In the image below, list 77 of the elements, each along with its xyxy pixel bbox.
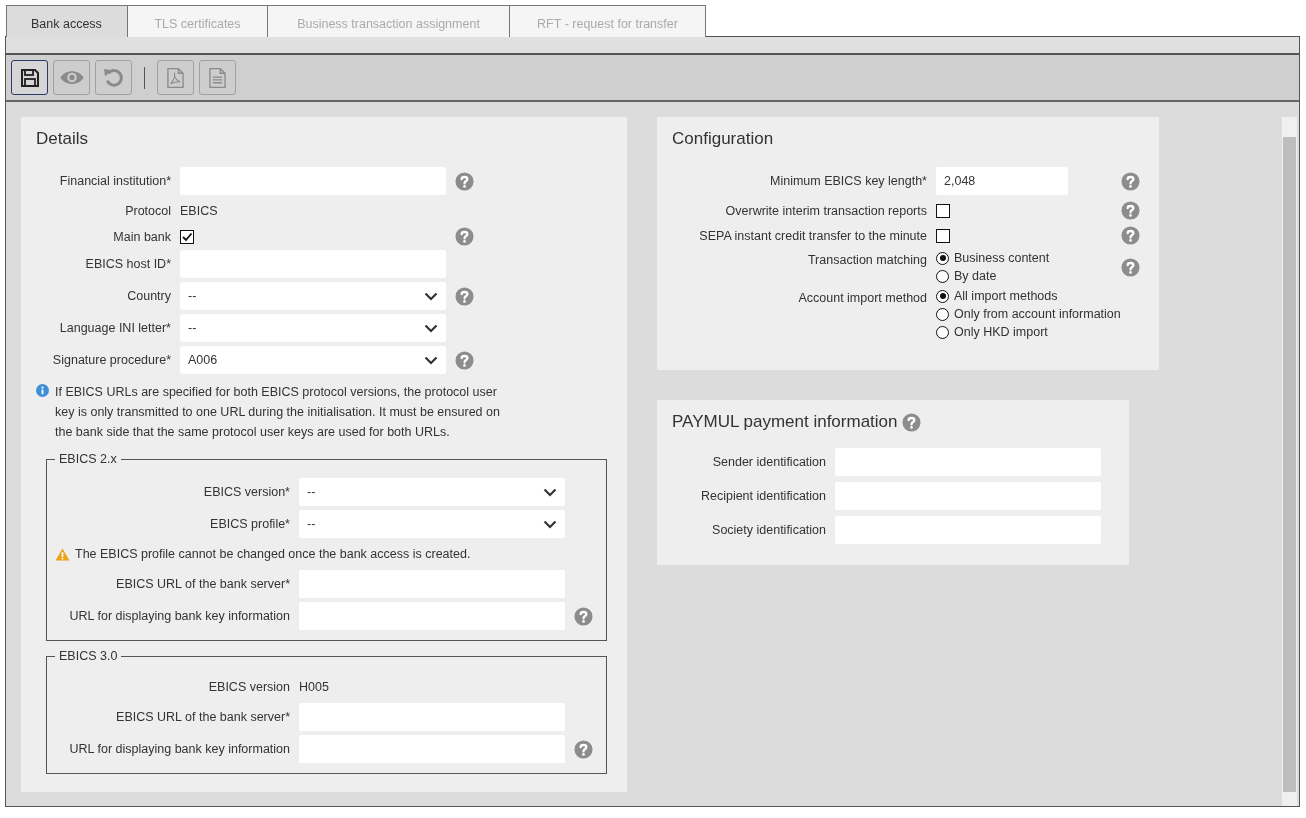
field-label: Overwrite interim transaction reports: [724, 202, 927, 220]
panel-title: Configuration: [672, 129, 775, 149]
text-field[interactable]: 2,048: [936, 167, 1068, 195]
radio-label: All import methods: [954, 289, 1058, 303]
field-label: Financial institution*: [58, 173, 171, 190]
scrollbar-thumb[interactable]: [1283, 137, 1296, 792]
radio-button[interactable]: [936, 325, 949, 339]
fieldset-title: EBICS 2.x: [58, 452, 118, 466]
field-label: Account import method: [797, 290, 927, 307]
field-label: Country: [126, 288, 171, 305]
chevron-down-icon: [424, 291, 438, 301]
help-icon[interactable]: [455, 171, 474, 191]
field-label: EBICS host ID*: [84, 256, 171, 273]
field-label: Sender identification: [711, 454, 826, 471]
warning-icon: [55, 547, 70, 561]
radio-label: Only HKD import: [954, 325, 1048, 339]
panel-title: PAYMUL payment information: [672, 412, 898, 432]
field-label: URL for displaying bank key information: [68, 741, 290, 758]
checkbox[interactable]: [180, 229, 194, 244]
field-label: EBICS URL of the bank server*: [115, 576, 290, 593]
help-icon[interactable]: [574, 739, 593, 759]
chevron-down-icon: [543, 487, 557, 497]
chevron-down-icon: [543, 519, 557, 529]
field-label: SEPA instant credit transfer to the minute: [698, 227, 927, 245]
radio-button[interactable]: [936, 289, 949, 303]
dropdown[interactable]: --: [299, 478, 565, 506]
field-label: Protocol: [124, 203, 171, 220]
undo-icon: [103, 67, 124, 88]
field-label: Transaction matching: [806, 252, 927, 269]
field-value: H005: [299, 679, 330, 696]
fieldset-title: EBICS 3.0: [58, 649, 119, 663]
field-label: Main bank: [112, 228, 171, 246]
help-icon[interactable]: [574, 606, 593, 626]
eye-icon: [58, 69, 85, 86]
field-label: Language INI letter*: [58, 320, 171, 337]
field-label: Signature procedure*: [51, 352, 171, 369]
chevron-down-icon: [424, 355, 438, 365]
field-label: EBICS version: [207, 679, 290, 696]
field-label: EBICS URL of the bank server*: [115, 709, 290, 726]
field-label: URL for displaying bank key information: [68, 608, 290, 625]
field-value: EBICS: [180, 203, 219, 220]
help-icon[interactable]: [455, 286, 474, 306]
document-icon: [209, 66, 226, 89]
radio-button[interactable]: [936, 269, 949, 283]
dropdown[interactable]: --: [180, 314, 446, 342]
info-text: If EBICS URLs are specified for both EBICS protocol versions, the protocol user key is only transmitted to one URL during the initialisation. It must be ensured on the bank side that the same protocol user keys are used for both URLs.: [55, 384, 501, 441]
scrollbar[interactable]: [1282, 117, 1297, 806]
chevron-down-icon: [424, 323, 438, 333]
help-icon[interactable]: [901, 412, 921, 432]
save-icon: [19, 67, 40, 88]
panel-title: Details: [36, 129, 89, 149]
dropdown[interactable]: --: [180, 282, 446, 310]
help-icon[interactable]: [1121, 226, 1140, 245]
field-label: EBICS profile*: [209, 516, 290, 533]
radio-button[interactable]: [936, 251, 949, 265]
help-icon[interactable]: [1121, 257, 1140, 277]
field-label: Minimum EBICS key length*: [769, 173, 927, 190]
info-icon: [36, 384, 49, 397]
toolbar-separator: [144, 66, 145, 89]
radio-label: By date: [954, 269, 997, 283]
dropdown[interactable]: A006: [180, 346, 446, 374]
save-button[interactable]: [11, 60, 48, 95]
field-label: EBICS version*: [202, 484, 290, 501]
radio-label: Business content: [954, 251, 1050, 265]
radio-label: Only from account information: [954, 307, 1121, 321]
pdf-file-icon: [167, 66, 184, 89]
help-icon[interactable]: [455, 350, 474, 370]
help-icon[interactable]: [1121, 171, 1140, 191]
radio-button[interactable]: [936, 307, 949, 321]
checkbox[interactable]: [936, 203, 950, 218]
checkbox[interactable]: [936, 228, 950, 243]
warning-text: The EBICS profile cannot be changed once the bank access is created.: [75, 547, 471, 561]
dropdown[interactable]: --: [299, 510, 565, 538]
field-label: Recipient identification: [699, 488, 826, 505]
field-label: Society identification: [711, 522, 826, 539]
help-icon[interactable]: [455, 227, 474, 246]
help-icon[interactable]: [1121, 201, 1140, 220]
